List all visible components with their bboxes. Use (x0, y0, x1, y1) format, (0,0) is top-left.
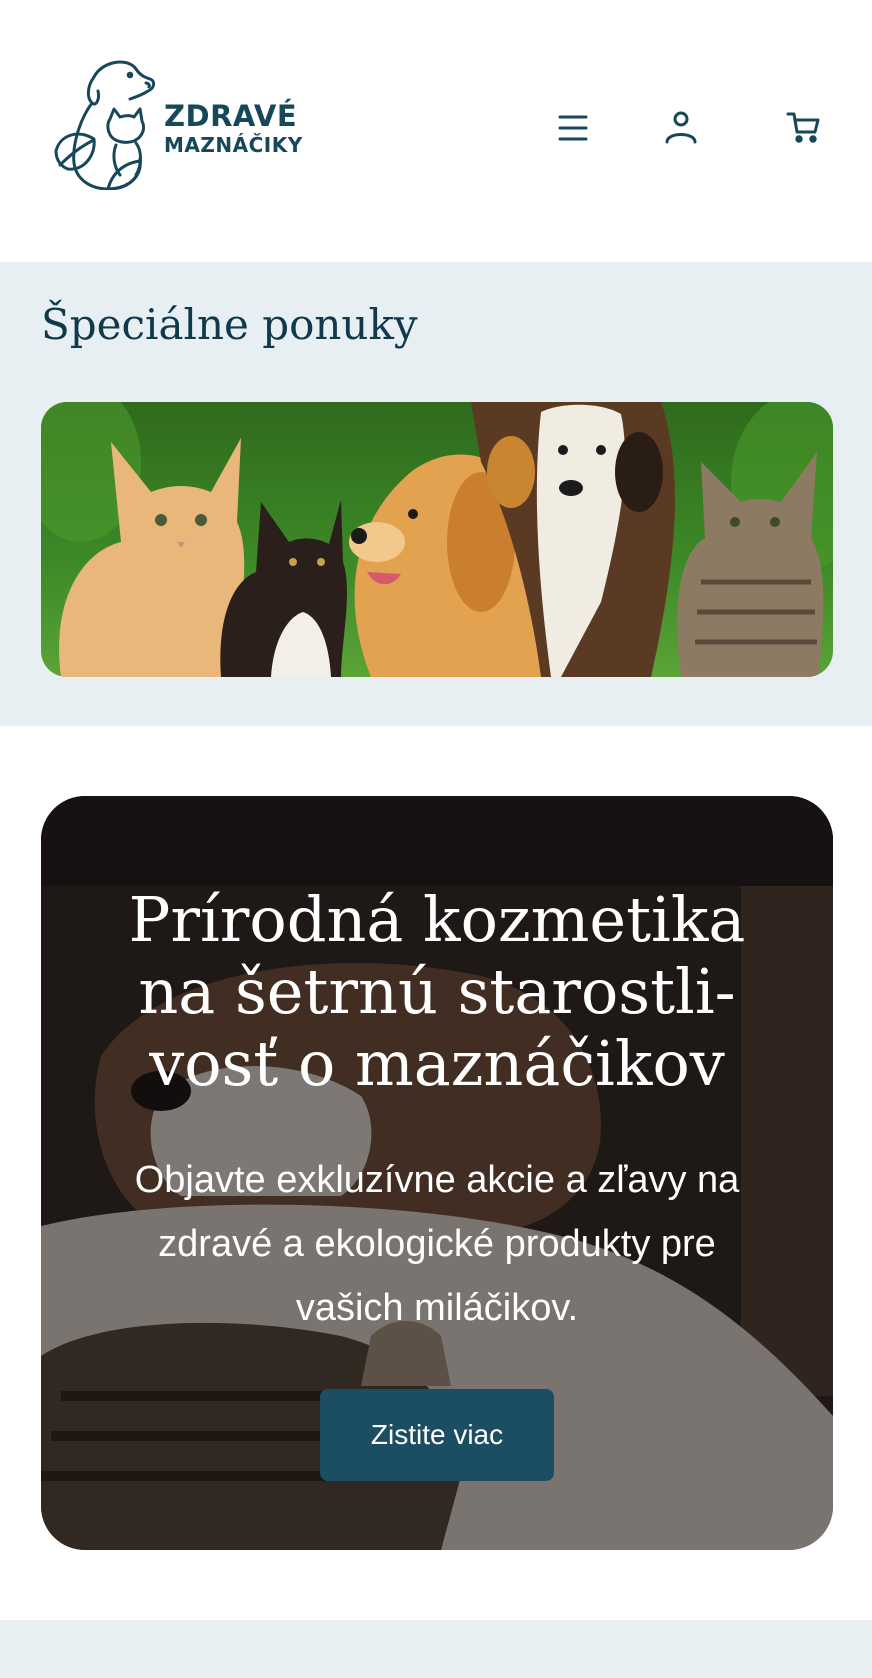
hero-title-line-2: na šetrnú starostli- (138, 955, 736, 1028)
shopping-cart-icon[interactable] (784, 108, 824, 148)
hero-subtitle-line-3: vašich miláčikov. (295, 1287, 579, 1329)
next-section-strip (0, 1620, 872, 1678)
special-offers-title: Špeciálne ponuky (41, 300, 418, 349)
hero-title-line-1: Prírodná kozmetika (128, 883, 746, 956)
hero-subtitle-line-2: zdravé a ekologické produkty pre (158, 1223, 716, 1265)
logo-wordmark: ZDRAVÉ MAZNÁČIKY (164, 99, 303, 157)
hero-title-line-3: vosť o maznáčikov (149, 1027, 725, 1100)
logo-line-1: ZDRAVÉ (164, 99, 298, 133)
hero-card: Prírodná kozmetika na šetrnú starostli- … (41, 796, 833, 1550)
logo[interactable]: ZDRAVÉ MAZNÁČIKY (50, 55, 302, 190)
learn-more-button[interactable]: Zistite viac (320, 1389, 554, 1481)
logo-line-2: MAZNÁČIKY (164, 133, 303, 157)
user-icon[interactable] (661, 108, 701, 148)
kittens-and-puppies-photo (41, 402, 833, 677)
hero-subtitle: Objavte exkluzívne akcie a zľavy na zdra… (101, 1148, 773, 1340)
hero-content: Prírodná kozmetika na šetrnú starostli- … (41, 796, 833, 1550)
special-offers-banner-image[interactable] (41, 402, 833, 677)
hero-subtitle-line-1: Objavte exkluzívne akcie a zľavy na (134, 1159, 740, 1201)
hamburger-menu-icon[interactable] (553, 108, 593, 148)
site-header: ZDRAVÉ MAZNÁČIKY (0, 0, 872, 262)
dog-cat-leaf-logo-icon (54, 60, 156, 190)
hero-title: Prírodná kozmetika na šetrnú starostli- … (101, 884, 773, 1100)
